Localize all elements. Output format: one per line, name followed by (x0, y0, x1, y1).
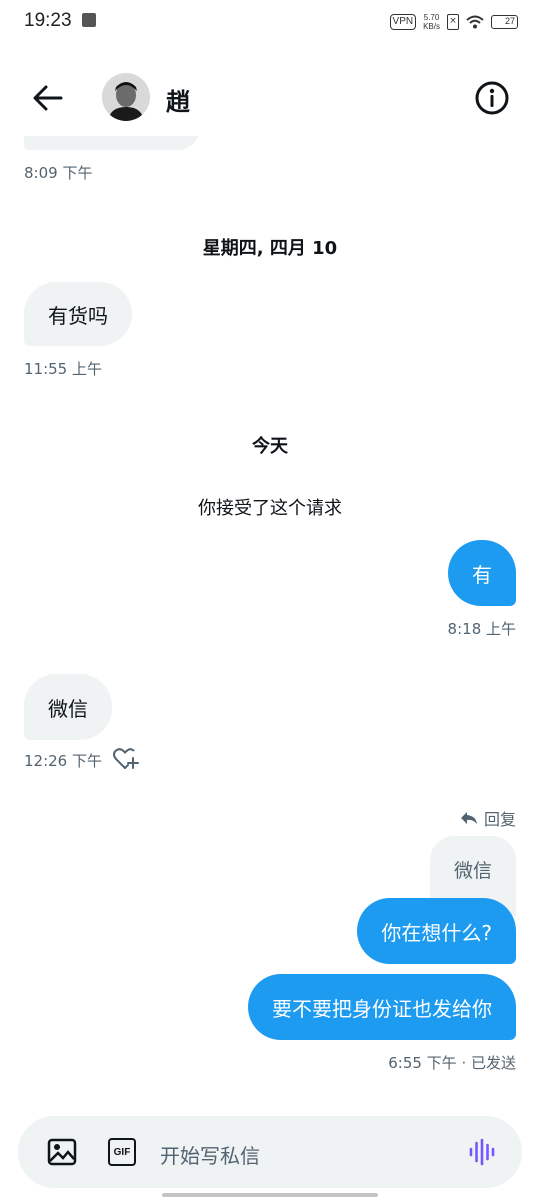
wifi-icon (466, 15, 484, 29)
gif-icon: GIF (108, 1138, 136, 1166)
message-bubble-incoming[interactable]: 有货吗 (24, 282, 132, 346)
message-status: 6:55 下午 · 已发送 (388, 1054, 516, 1072)
gif-icon-label: GIF (113, 1146, 131, 1158)
message-timestamp: 8:18 上午 (447, 620, 516, 638)
status-icons: VPN 5.70 KB/s × 27 (389, 11, 518, 33)
voice-wave-icon (469, 1138, 495, 1166)
message-composer: GIF 开始写私信 (18, 1116, 522, 1188)
network-speed-value: 5.70 (423, 13, 440, 22)
message-timestamp: 8:09 下午 (24, 164, 93, 182)
message-bubble-partial[interactable] (24, 136, 200, 150)
message-bubble-outgoing[interactable]: 你在想什么? (357, 898, 516, 964)
message-input[interactable]: 开始写私信 (160, 1140, 260, 1169)
conversation-header: 趙 (0, 60, 540, 136)
status-bar: 19:23 VPN 5.70 KB/s × 27 (0, 0, 540, 44)
voice-message-button[interactable] (466, 1136, 498, 1168)
message-timestamp: 12:26 下午 (24, 752, 102, 770)
vpn-icon: VPN (389, 14, 417, 30)
message-bubble-incoming[interactable]: 微信 (24, 674, 112, 740)
battery-icon: 27 (491, 15, 518, 29)
info-icon (475, 81, 509, 115)
back-button[interactable] (28, 80, 68, 116)
date-divider-today: 今天 (252, 436, 288, 457)
message-list[interactable]: 8:09 下午 星期四, 四月 10 有货吗 11:55 上午 今天 你接受了这… (0, 136, 540, 1116)
like-button[interactable] (112, 746, 140, 772)
reply-indicator: 回复 (460, 806, 516, 830)
network-speed-unit: KB/s (423, 22, 440, 31)
notification-icon (82, 13, 96, 27)
contact-avatar[interactable] (102, 73, 150, 121)
info-button[interactable] (474, 80, 510, 116)
message-timestamp: 11:55 上午 (24, 360, 102, 378)
quoted-message-text: 微信 (453, 860, 492, 882)
status-time: 19:23 (24, 10, 72, 31)
arrow-left-icon (33, 85, 63, 111)
gif-button[interactable]: GIF (106, 1136, 138, 1168)
image-icon (47, 1138, 77, 1166)
network-speed: 5.70 KB/s (423, 13, 440, 31)
reply-icon (460, 812, 477, 824)
image-button[interactable] (46, 1136, 78, 1168)
request-accepted-note: 你接受了这个请求 (198, 498, 342, 519)
message-bubble-outgoing[interactable]: 要不要把身份证也发给你 (248, 974, 516, 1040)
reply-label: 回复 (483, 810, 516, 829)
contact-name[interactable]: 趙 (166, 82, 190, 117)
no-sim-icon: × (447, 14, 459, 30)
message-bubble-outgoing[interactable]: 有 (448, 540, 516, 606)
date-divider: 星期四, 四月 10 (202, 238, 338, 259)
home-indicator[interactable] (162, 1193, 378, 1197)
heart-plus-icon (113, 748, 139, 769)
avatar-photo-icon (102, 73, 150, 121)
